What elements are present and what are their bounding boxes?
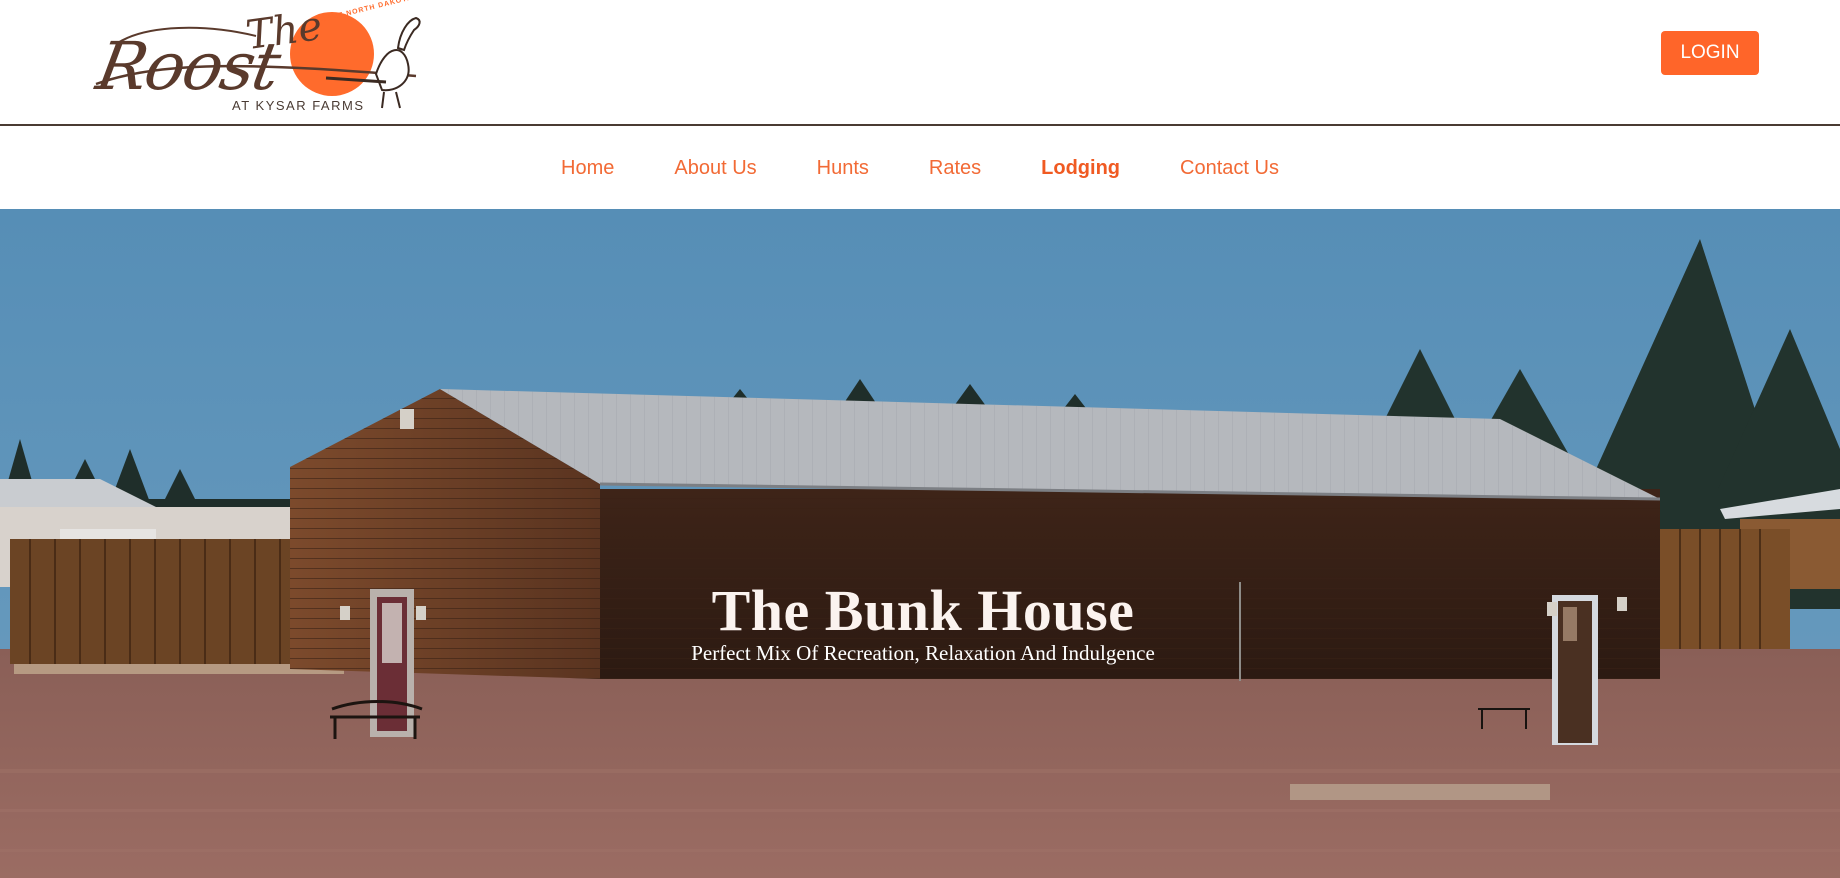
nav-item-contact-us[interactable]: Contact Us [1180,157,1279,180]
site-logo[interactable]: REGENT NORTH DAKOTA Roost The At Kysar F… [86,0,432,116]
nav-item-rates[interactable]: Rates [929,157,981,180]
login-button[interactable]: LOGIN [1661,31,1759,75]
main-navigation: Home About Us Hunts Rates Lodging Contac… [0,128,1840,209]
logo-subtitle: At Kysar Farms [232,98,365,113]
hero-title: The Bunk House [711,578,1135,643]
nav-item-hunts[interactable]: Hunts [817,157,869,180]
nav-item-about-us[interactable]: About Us [674,157,756,180]
hero-subtitle: Perfect Mix Of Recreation, Relaxation An… [691,641,1155,665]
site-header: REGENT NORTH DAKOTA Roost The At Kysar F… [0,0,1840,126]
nav-item-lodging[interactable]: Lodging [1041,157,1120,180]
hero-banner: The Bunk House Perfect Mix Of Recreation… [0,209,1840,878]
nav-item-home[interactable]: Home [561,157,614,180]
hero-photo-bunk-house [0,209,1840,878]
